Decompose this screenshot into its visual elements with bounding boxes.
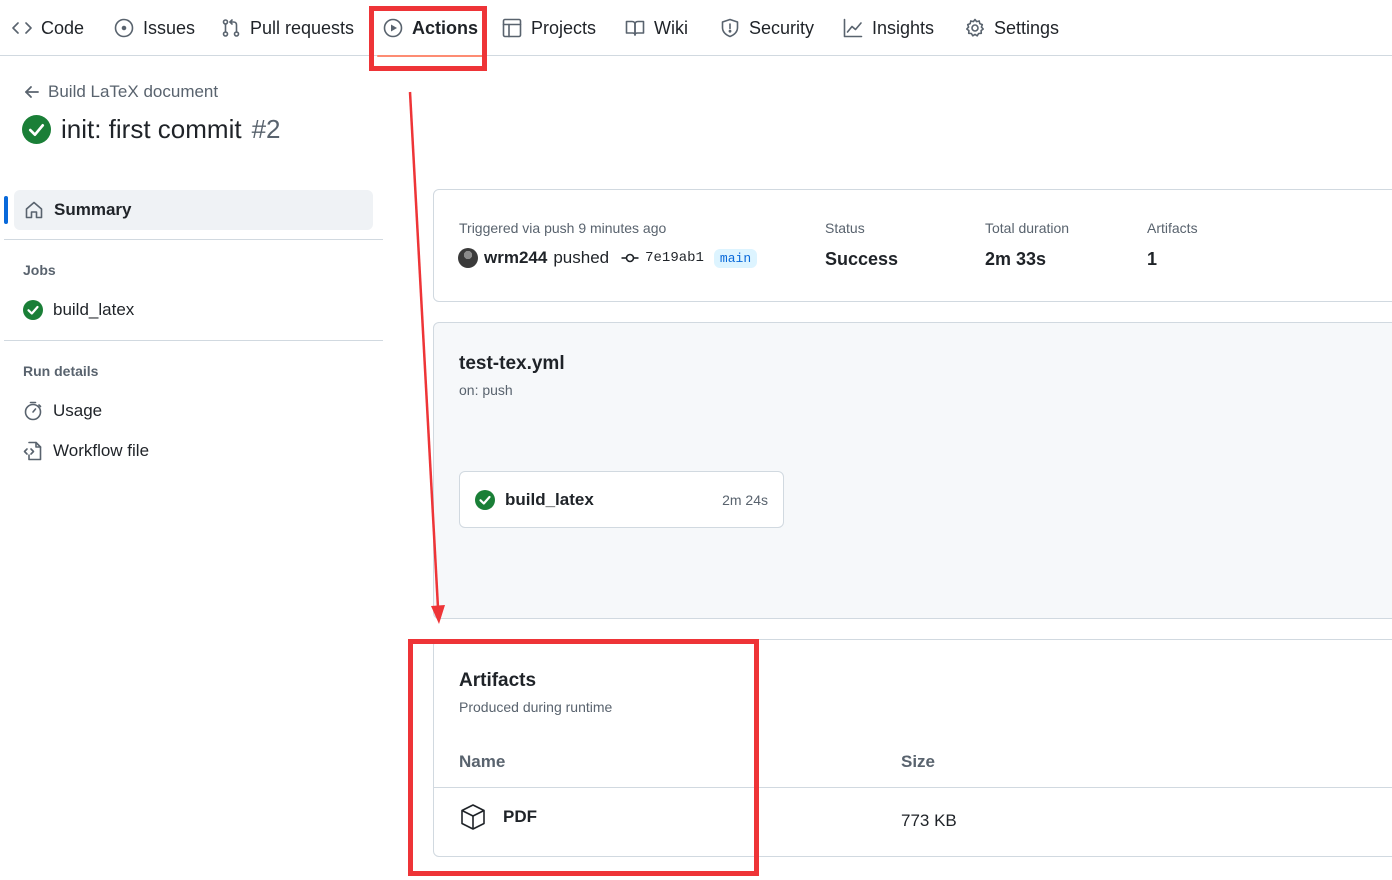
tab-insights-label: Insights	[872, 17, 935, 38]
sidebar-item-workflow-file[interactable]: Workflow file	[23, 441, 149, 461]
gear-icon	[966, 18, 984, 37]
tab-security[interactable]: Security	[720, 0, 814, 56]
run-summary-card: Triggered via push 9 minutes ago wrm244 …	[433, 189, 1392, 302]
push-verb: pushed	[553, 248, 610, 267]
duration-value: 2m 33s	[985, 249, 1047, 269]
workflow-trigger: on: push	[459, 382, 513, 398]
jobs-heading: Jobs	[23, 262, 56, 278]
file-code-icon	[23, 441, 42, 461]
job-node-name: build_latex	[505, 489, 594, 509]
back-to-workflow-link[interactable]: Build LaTeX document	[24, 82, 218, 102]
artifacts-col-size: Size	[901, 752, 936, 771]
job-node-duration: 2m 24s	[722, 491, 768, 508]
artifacts-card: Artifacts Produced during runtime Name S…	[433, 639, 1392, 857]
tab-pull-requests[interactable]: Pull requests	[221, 0, 354, 56]
branch-badge[interactable]: main	[713, 248, 758, 268]
sidebar-item-workflow-file-label: Workflow file	[53, 441, 150, 460]
pull-request-icon	[222, 19, 240, 37]
tab-code-label: Code	[41, 17, 85, 38]
tab-actions[interactable]: Actions	[377, 0, 485, 57]
play-icon	[383, 18, 403, 38]
back-link-label: Build LaTeX document	[48, 82, 219, 101]
tab-wiki[interactable]: Wiki	[625, 0, 688, 56]
sidebar-item-summary[interactable]: Summary	[14, 190, 373, 230]
run-number: #2	[251, 114, 281, 144]
book-icon	[625, 20, 645, 36]
status-value: Success	[825, 249, 899, 269]
tab-settings[interactable]: Settings	[965, 0, 1059, 56]
check-circle-icon	[23, 300, 43, 320]
tab-issues-label: Issues	[143, 17, 196, 38]
tab-pull-requests-label: Pull requests	[250, 17, 355, 38]
check-circle-icon	[475, 489, 495, 510]
tab-issues[interactable]: Issues	[114, 0, 195, 56]
home-icon	[25, 201, 43, 219]
job-node-build-latex[interactable]: build_latex 2m 24s	[459, 471, 784, 528]
tab-wiki-label: Wiki	[654, 17, 688, 38]
check-circle-icon	[22, 115, 51, 144]
artifacts-subtitle: Produced during runtime	[459, 699, 613, 715]
tab-insights[interactable]: Insights	[843, 0, 934, 56]
status-label: Status	[825, 220, 865, 236]
artifacts-col-name: Name	[459, 752, 506, 771]
run-title-text: init: first commit	[61, 114, 242, 144]
tab-code[interactable]: Code	[12, 0, 84, 56]
workflow-graph-card: test-tex.yml on: push build_latex 2m 24s	[433, 322, 1392, 619]
workflow-file-name: test-tex.yml	[459, 353, 565, 374]
graph-icon	[843, 18, 863, 38]
avatar[interactable]	[458, 248, 478, 268]
sidebar-item-build-latex[interactable]: build_latex	[23, 300, 134, 320]
arrow-left-icon	[25, 86, 39, 98]
table-divider	[434, 787, 1392, 788]
commit-sha[interactable]: 7e19ab1	[645, 250, 704, 266]
tab-projects-label: Projects	[531, 17, 597, 38]
pusher-username[interactable]: wrm244	[484, 248, 547, 268]
stopwatch-icon	[24, 401, 42, 421]
trigger-text: Triggered via push 9 minutes ago	[459, 220, 667, 236]
tab-projects[interactable]: Projects	[502, 0, 596, 56]
artifacts-count-label: Artifacts	[1147, 220, 1198, 236]
git-commit-icon	[621, 253, 639, 263]
code-icon	[12, 22, 32, 34]
tab-security-label: Security	[749, 17, 815, 38]
tab-actions-label: Actions	[412, 17, 479, 38]
artifacts-count-value[interactable]: 1	[1147, 249, 1157, 270]
active-tab-underline	[377, 55, 485, 57]
sidebar-item-summary-label: Summary	[54, 200, 132, 219]
table-icon	[502, 18, 522, 38]
run-title: init: first commit #2	[22, 114, 281, 145]
selected-indicator	[4, 196, 8, 224]
sidebar-item-usage[interactable]: Usage	[23, 401, 102, 421]
artifact-name[interactable]: PDF	[503, 807, 537, 827]
package-icon	[461, 804, 485, 830]
artifact-row-pdf[interactable]: PDF	[459, 803, 537, 831]
issue-icon	[114, 18, 134, 38]
sidebar-item-usage-label: Usage	[53, 401, 103, 420]
artifacts-title: Artifacts	[459, 670, 537, 691]
shield-icon	[721, 18, 739, 38]
run-details-heading: Run details	[23, 363, 99, 379]
tab-settings-label: Settings	[994, 17, 1060, 38]
duration-label: Total duration	[985, 220, 1070, 236]
sidebar-divider	[4, 340, 383, 341]
push-info: wrm244 pushed 7e19ab1 main	[458, 248, 758, 268]
artifact-size: 773 KB	[901, 811, 957, 830]
repo-nav: Code Issues Pull requests Actions Projec…	[0, 0, 1392, 57]
sidebar-job-label: build_latex	[53, 300, 135, 319]
sidebar-divider	[4, 239, 383, 240]
